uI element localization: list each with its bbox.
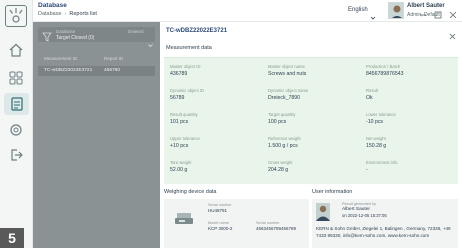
field-dynamic-object-name: Dynamic object name Dreieck_7890 <box>268 88 309 101</box>
field-target-quantity: Target quantity 100 pcs <box>268 112 296 125</box>
avatar <box>316 203 330 221</box>
app-title: Database <box>38 2 67 9</box>
report-detail-pane: TC-wDBZ22022E3721 Measurement data Maste… <box>160 22 462 248</box>
step-number-badge: 5 <box>0 228 24 248</box>
measurement-section-title: Measurement data <box>166 45 212 51</box>
top-bar: Database Database › Reports list English A… <box>33 0 462 22</box>
settings-icon[interactable] <box>8 122 24 138</box>
home-icon[interactable] <box>8 42 24 58</box>
user-section-title: User information <box>312 189 353 195</box>
chevron-down-icon[interactable] <box>148 35 153 47</box>
field-master-object-name: Master object name Screws and nuts <box>268 64 307 77</box>
filter-value: Target Closed (0) <box>56 35 95 41</box>
logo-icon <box>5 5 27 27</box>
field-result-quantity: Result quantity 101 pcs <box>170 112 198 125</box>
language-selector[interactable]: English <box>348 7 368 13</box>
field-net-weight: Net weight 150.28 g <box>366 136 387 149</box>
user-info-card: Result generated by Albert Sauter on 202… <box>312 199 458 248</box>
maximize-icon[interactable] <box>434 6 442 19</box>
breadcrumb: Database › Reports list <box>38 11 97 17</box>
nav-rail: 5 <box>0 0 33 248</box>
device-serial: Serial number HU48791 <box>208 203 232 213</box>
breadcrumb-item-reports: Reports list <box>69 11 97 17</box>
chevron-down-icon[interactable] <box>370 8 376 20</box>
reports-icon[interactable] <box>4 93 29 115</box>
filter-box[interactable]: Database Target Closed (0) Deleted <box>38 27 155 47</box>
company-address: KERN & Sohn GmbH, Ziegelei 1, Balingen ,… <box>316 226 451 238</box>
field-upper-tolerance: Upper tolerance +10 pcs <box>170 136 200 149</box>
field-master-object-id: Master object ID 436789 <box>170 64 201 77</box>
field-production-batch: Production / Batch 8456789876543 <box>366 64 404 77</box>
filter-aux-label: Deleted <box>128 29 144 34</box>
row-report-id: 456780 <box>104 68 121 73</box>
user-generated-by: Result generated by Albert Sauter on 202… <box>342 202 387 218</box>
column-header-report-id[interactable]: Report ID <box>104 56 123 61</box>
measurement-data-grid: Master object ID 436789 Master object nam… <box>164 57 458 184</box>
table-row[interactable]: TC-wDBZ22022E3721 456780 <box>38 66 155 76</box>
breadcrumb-item-database[interactable]: Database <box>38 11 62 17</box>
scale-device-icon <box>174 209 194 225</box>
field-gross-weight: Gross weight 204.28 g <box>268 160 293 173</box>
weighing-section-title: Weighing device data <box>164 189 217 195</box>
column-header-measurement-id[interactable]: Measurement ID <box>44 56 77 61</box>
device-serial-2: Serial number 4563456789456789 <box>256 221 297 231</box>
detail-title: TC-wDBZ22022E3721 <box>166 28 228 34</box>
filter-icon <box>42 29 52 42</box>
close-icon[interactable] <box>449 6 457 19</box>
logout-icon[interactable] <box>8 147 24 163</box>
field-dynamic-object-id: Dynamic object ID 56789 <box>170 88 204 101</box>
reports-list-panel: Database Target Closed (0) Deleted Measu… <box>33 22 160 248</box>
filter-label: Database <box>56 29 76 34</box>
field-lower-tolerance: Lower tolerance -10 pcs <box>366 112 396 125</box>
close-icon[interactable] <box>449 27 456 40</box>
minimize-icon[interactable] <box>419 6 427 16</box>
row-measurement-id: TC-wDBZ22022E3721 <box>44 68 93 73</box>
field-result: Result Ok <box>366 88 378 101</box>
avatar[interactable] <box>388 2 404 19</box>
device-model: Model name KCP 3000-2 <box>208 221 233 231</box>
apps-icon[interactable] <box>8 70 24 86</box>
weighing-device-card: Serial number HU48791 Model name KCP 3000-… <box>164 199 309 248</box>
field-environment-info: Environment info - <box>366 160 398 173</box>
field-tare-weight: Tare weight 52.00 g <box>170 160 192 173</box>
field-reference-weight: Reference weight 1.500 g / pcs <box>268 136 301 149</box>
